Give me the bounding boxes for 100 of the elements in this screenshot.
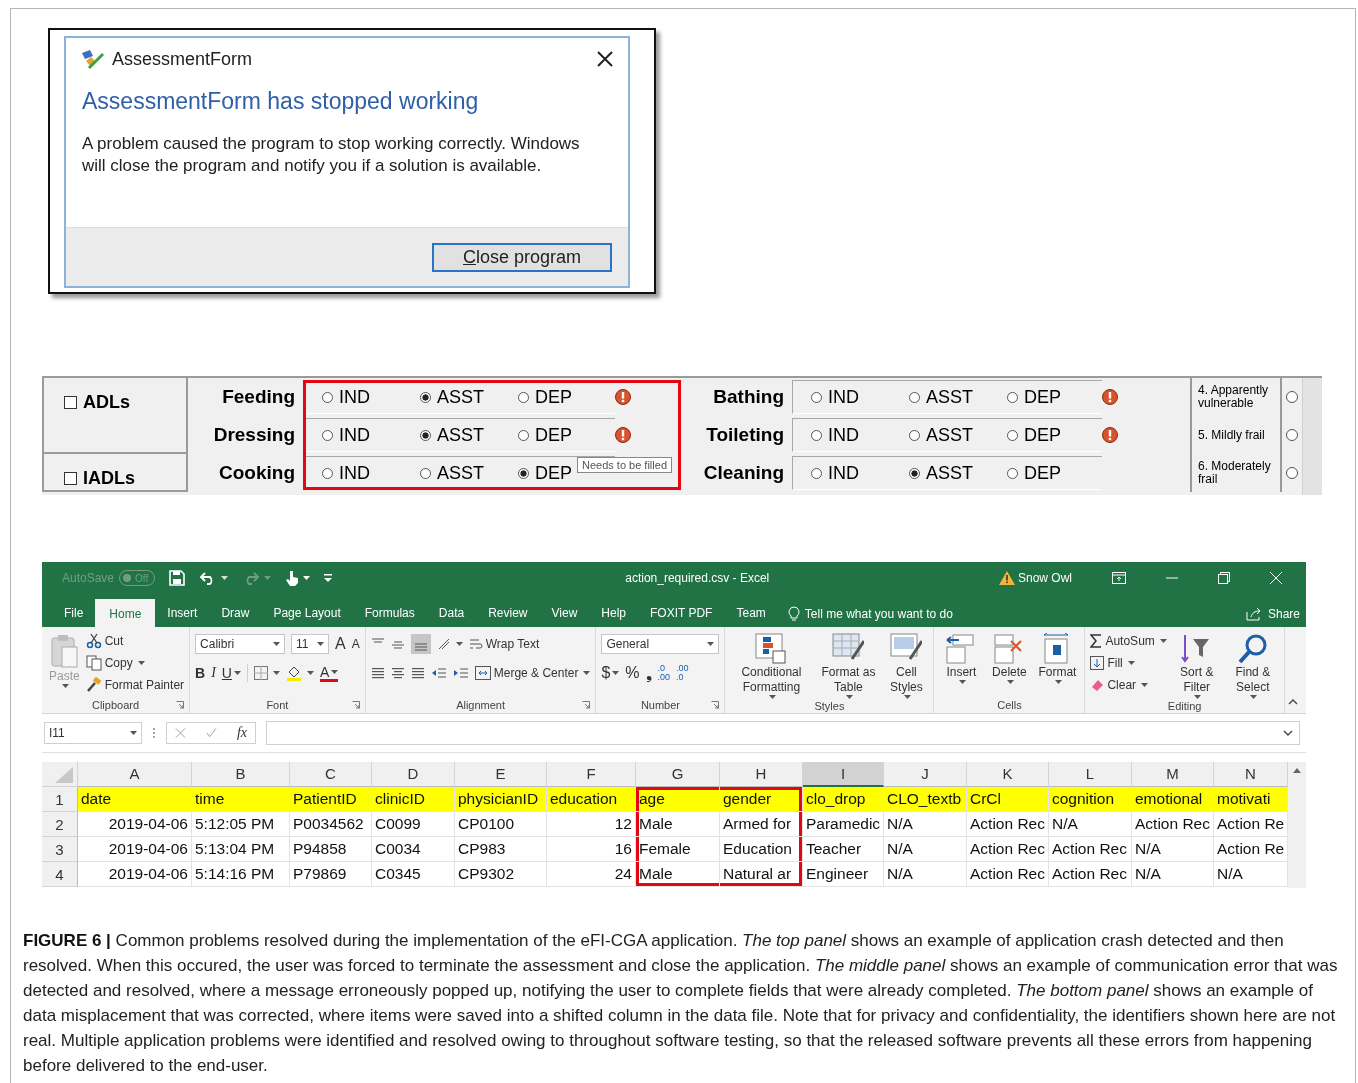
radio-button[interactable]: IND bbox=[322, 461, 370, 485]
close-program-button[interactable]: Close program bbox=[432, 242, 612, 272]
find-select-button[interactable]: Find & Select bbox=[1226, 631, 1279, 699]
align-right-icon[interactable] bbox=[410, 666, 425, 680]
formula-field[interactable] bbox=[266, 721, 1300, 745]
fill-button[interactable]: Fill bbox=[1090, 653, 1167, 672]
radio-button[interactable]: ASST bbox=[909, 423, 973, 447]
radio-button[interactable]: ASST bbox=[909, 461, 973, 485]
radio-button[interactable]: IND bbox=[811, 385, 859, 409]
copy-button[interactable]: Copy bbox=[85, 653, 185, 672]
radio-button[interactable] bbox=[1286, 429, 1298, 441]
radio-button[interactable]: IND bbox=[322, 385, 370, 409]
radio-button[interactable]: DEP bbox=[1007, 423, 1061, 447]
format-as-table-button[interactable]: Format as Table bbox=[816, 631, 881, 699]
column-header[interactable]: H bbox=[720, 762, 803, 787]
conditional-formatting-button[interactable]: Conditional Formatting bbox=[730, 631, 813, 699]
ribbon-tab[interactable]: Help bbox=[589, 601, 638, 627]
merge-center-button[interactable]: Merge & Center bbox=[474, 663, 591, 683]
column-header[interactable]: M bbox=[1132, 762, 1214, 787]
percent-button[interactable]: % bbox=[625, 664, 640, 682]
collapse-ribbon-icon[interactable] bbox=[1288, 699, 1298, 705]
align-center-icon[interactable] bbox=[390, 666, 405, 680]
align-left-icon[interactable] bbox=[370, 666, 385, 680]
column-header[interactable]: B bbox=[192, 762, 290, 787]
cell-styles-button[interactable]: Cell Styles bbox=[884, 631, 929, 699]
column-header[interactable]: I bbox=[803, 762, 884, 787]
radio-button[interactable]: IND bbox=[322, 423, 370, 447]
ribbon-tab[interactable]: File bbox=[52, 601, 96, 627]
row-header[interactable]: 1 bbox=[42, 787, 78, 812]
name-box[interactable]: I11 bbox=[44, 722, 142, 744]
italic-button[interactable]: I bbox=[211, 665, 216, 681]
column-header[interactable]: N bbox=[1214, 762, 1288, 787]
increase-indent-icon[interactable] bbox=[452, 666, 469, 680]
scrollbar[interactable] bbox=[1288, 762, 1306, 888]
radio-button[interactable]: DEP bbox=[518, 461, 572, 485]
expand-icon[interactable] bbox=[1283, 730, 1293, 736]
dialog-launcher-icon[interactable] bbox=[176, 701, 185, 709]
check-icon[interactable] bbox=[205, 727, 217, 739]
sort-filter-button[interactable]: Sort & Filter bbox=[1170, 631, 1223, 699]
column-header[interactable]: C bbox=[290, 762, 372, 787]
customize-icon[interactable] bbox=[324, 574, 333, 582]
save-icon[interactable] bbox=[169, 570, 186, 586]
dialog-launcher-icon[interactable] bbox=[582, 701, 591, 709]
font-name-field[interactable]: Calibri bbox=[195, 634, 286, 654]
ribbon-tab[interactable]: Data bbox=[426, 601, 477, 627]
number-format-field[interactable]: General bbox=[601, 634, 720, 654]
ribbon-tab[interactable]: Home bbox=[95, 599, 156, 627]
column-header[interactable]: K bbox=[967, 762, 1049, 787]
radio-button[interactable] bbox=[1286, 467, 1298, 479]
format-painter-button[interactable]: Format Painter bbox=[85, 675, 185, 694]
radio-button[interactable]: DEP bbox=[1007, 385, 1061, 409]
dialog-launcher-icon[interactable] bbox=[711, 701, 720, 709]
increase-decimal-button[interactable]: .0 .00 bbox=[657, 664, 671, 682]
ribbon-tab[interactable]: Formulas bbox=[352, 601, 427, 627]
wrap-text-button[interactable]: Wrap Text bbox=[468, 634, 540, 654]
radio-button[interactable]: ASST bbox=[420, 423, 484, 447]
format-button[interactable]: Format bbox=[1035, 631, 1080, 697]
column-header[interactable]: L bbox=[1049, 762, 1132, 787]
column-header[interactable]: D bbox=[372, 762, 455, 787]
clear-button[interactable]: Clear bbox=[1090, 675, 1167, 694]
decrease-indent-icon[interactable] bbox=[430, 666, 447, 680]
bold-button[interactable]: B bbox=[195, 665, 206, 681]
share-button[interactable]: Share bbox=[1245, 601, 1306, 627]
font-size-field[interactable]: 11 bbox=[291, 634, 330, 654]
ribbon-tab[interactable]: Insert bbox=[155, 601, 210, 627]
checkbox[interactable]: ADLs bbox=[64, 392, 130, 412]
grow-font-button[interactable]: A bbox=[335, 635, 346, 653]
dialog-launcher-icon[interactable] bbox=[351, 701, 360, 709]
insert-button[interactable]: Insert bbox=[939, 631, 984, 697]
bottom-align-icon[interactable] bbox=[410, 634, 431, 654]
radio-button[interactable]: ASST bbox=[420, 385, 484, 409]
font-color-button[interactable]: A bbox=[319, 664, 339, 682]
radio-button[interactable]: ASST bbox=[420, 461, 484, 485]
row-header[interactable]: 4 bbox=[42, 862, 78, 887]
column-header[interactable]: G bbox=[636, 762, 720, 787]
tell-me-search[interactable]: Tell me what you want to do bbox=[777, 601, 953, 627]
decrease-decimal-button[interactable]: .00 .0 bbox=[676, 664, 689, 682]
delete-button[interactable]: Delete bbox=[987, 631, 1032, 697]
ribbon-tab[interactable]: View bbox=[539, 601, 590, 627]
column-header[interactable]: E bbox=[455, 762, 547, 787]
row-header[interactable]: 2 bbox=[42, 812, 78, 837]
ribbon-tab[interactable]: Review bbox=[476, 601, 540, 627]
close-icon[interactable] bbox=[596, 50, 614, 68]
column-header[interactable]: J bbox=[884, 762, 967, 787]
column-header[interactable]: A bbox=[78, 762, 192, 787]
scroll-up-icon[interactable] bbox=[1293, 768, 1301, 773]
ribbon-tab[interactable]: FOXIT PDF bbox=[638, 601, 725, 627]
comma-button[interactable]: ❟ bbox=[645, 664, 652, 682]
radio-button[interactable]: ASST bbox=[909, 385, 973, 409]
borders-button[interactable] bbox=[253, 663, 280, 683]
cut-button[interactable]: Cut bbox=[85, 631, 185, 650]
ribbon-display-icon[interactable] bbox=[1112, 572, 1126, 584]
ribbon-tab[interactable]: Draw bbox=[209, 601, 262, 627]
insert-function-button[interactable]: fx bbox=[236, 725, 247, 741]
radio-button[interactable] bbox=[1286, 391, 1298, 403]
shrink-font-button[interactable]: A bbox=[351, 637, 360, 651]
scrollbar[interactable] bbox=[1302, 378, 1322, 495]
ribbon-tab[interactable]: Page Layout bbox=[261, 601, 353, 627]
radio-button[interactable]: IND bbox=[811, 461, 859, 485]
radio-button[interactable]: DEP bbox=[518, 423, 572, 447]
